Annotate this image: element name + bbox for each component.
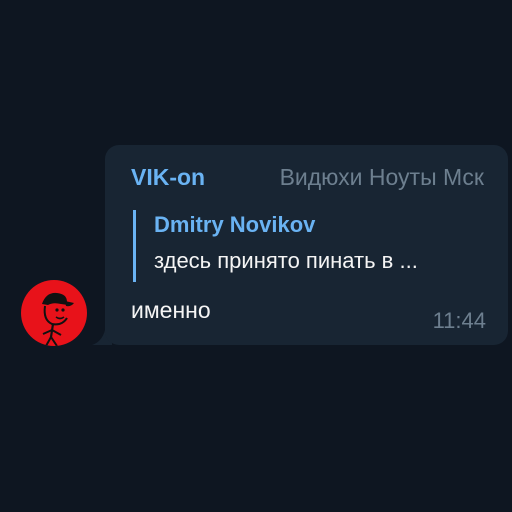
avatar[interactable] [21, 280, 87, 346]
sender-title: Видюхи Ноуты Мск [279, 164, 484, 190]
message-row: VIK-on Видюхи Ноуты Мск Dmitry Novikov з… [0, 0, 512, 512]
message-header: VIK-on Видюхи Ноуты Мск [131, 164, 484, 191]
message-bubble[interactable]: VIK-on Видюхи Ноуты Мск Dmitry Novikov з… [105, 145, 508, 345]
reply-quote[interactable]: Dmitry Novikov здесь принято пинать в ..… [133, 210, 486, 282]
reply-text: здесь принято пинать в ... [154, 248, 418, 273]
sender-name[interactable]: VIK-on [131, 164, 205, 191]
stick-figure-icon [42, 292, 74, 346]
reply-author: Dmitry Novikov [154, 212, 316, 237]
chat-view: VIK-on Видюхи Ноуты Мск Dmitry Novikov з… [0, 0, 512, 512]
message-time: 11:44 [432, 308, 486, 333]
message-text: именно [131, 297, 211, 323]
